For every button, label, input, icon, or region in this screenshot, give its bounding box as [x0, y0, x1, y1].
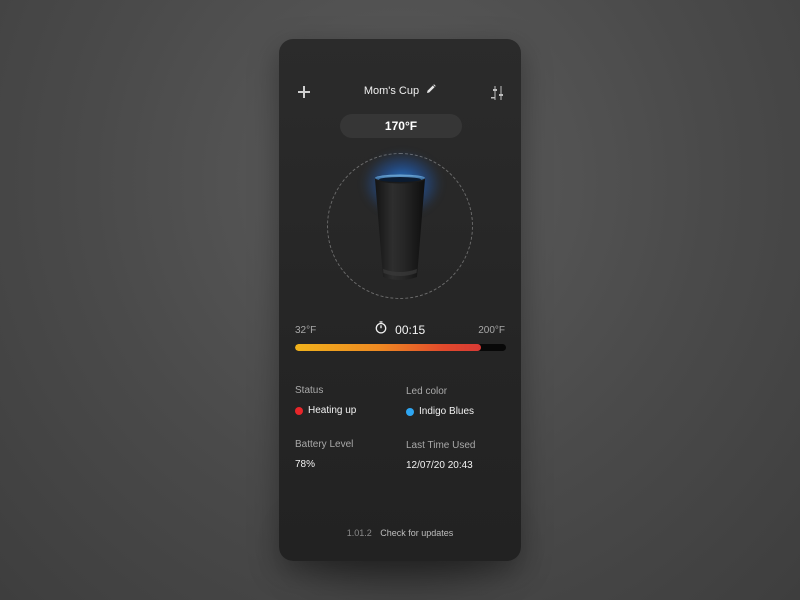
current-temperature: 170°F — [384, 119, 418, 133]
led-color-dot — [406, 407, 414, 416]
battery-cell: Battery Level 78% — [295, 439, 405, 470]
footer: 1.01.2 Check for updates — [279, 528, 521, 538]
battery-label: Battery Level — [295, 439, 354, 450]
top-bar: Mom's Cup — [279, 83, 521, 103]
pencil-icon[interactable] — [426, 83, 436, 97]
temperature-range-row: 32°F 00:15 200°F — [295, 321, 505, 339]
last-used-cell: Last Time Used 12/07/20 20:43 — [406, 440, 516, 471]
status-value-row: Heating up — [295, 405, 405, 416]
cup-visual — [326, 151, 476, 301]
led-color-value-row: Indigo Blues — [406, 406, 516, 417]
temperature-progress-bar[interactable] — [295, 344, 506, 351]
status-dot — [295, 406, 303, 415]
sliders-icon[interactable] — [491, 85, 505, 101]
stopwatch-icon — [375, 321, 387, 337]
last-used-value: 12/07/20 20:43 — [406, 460, 473, 471]
status-label: Status — [295, 385, 324, 396]
mug-image — [375, 174, 425, 280]
battery-value: 78% — [295, 459, 316, 470]
last-used-label: Last Time Used — [406, 440, 476, 451]
cup-title-area[interactable]: Mom's Cup — [279, 83, 521, 97]
led-color-cell[interactable]: Led color Indigo Blues — [406, 386, 516, 417]
status-cell: Status Heating up — [295, 385, 405, 416]
app-version: 1.01.2 — [346, 528, 372, 538]
status-value: Heating up — [308, 405, 357, 416]
led-color-value: Indigo Blues — [419, 406, 475, 417]
current-temperature-badge: 170°F — [340, 114, 462, 138]
timer: 00:15 — [295, 321, 505, 337]
max-temperature: 200°F — [478, 325, 505, 336]
app-screen: Mom's Cup 170°F 32°F 00:15 200°F Status … — [279, 39, 521, 561]
cup-name: Mom's Cup — [363, 85, 420, 97]
led-color-label: Led color — [406, 386, 448, 397]
check-updates-link[interactable]: Check for updates — [380, 528, 453, 538]
progress-fill — [295, 344, 481, 351]
timer-value: 00:15 — [395, 323, 426, 337]
